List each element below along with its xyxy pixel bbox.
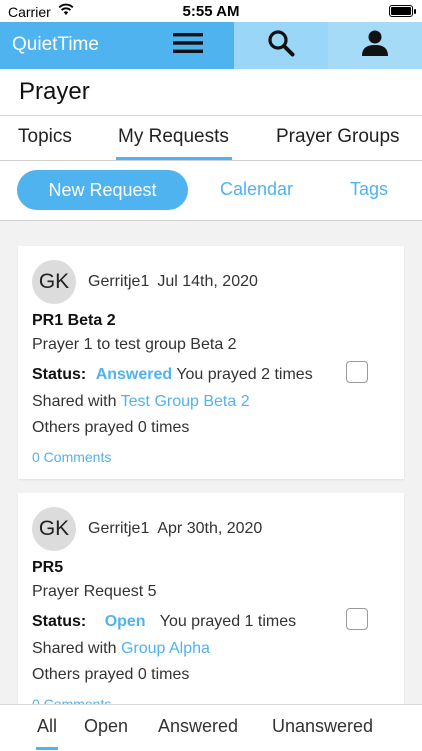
page-header: Prayer bbox=[0, 69, 422, 116]
avatar: GK bbox=[32, 260, 76, 304]
status-line: Status: Open You prayed 1 times bbox=[32, 613, 296, 631]
comments-link[interactable]: 0 Comments bbox=[32, 449, 111, 465]
prayed-checkbox[interactable] bbox=[346, 608, 368, 630]
request-title: PR1 Beta 2 bbox=[32, 312, 116, 329]
app-title: QuietTime bbox=[12, 34, 99, 55]
top-tabs: Topics My Requests Prayer Groups bbox=[0, 116, 422, 161]
shared-group-link[interactable]: Test Group Beta 2 bbox=[121, 393, 250, 410]
shared-prefix: Shared with bbox=[32, 393, 117, 410]
request-body: Prayer Request 5 bbox=[32, 583, 157, 600]
status-bar: Carrier 5:55 AM bbox=[0, 0, 422, 22]
clock-time: 5:55 AM bbox=[182, 3, 240, 20]
profile-button[interactable] bbox=[328, 22, 422, 69]
user-icon bbox=[361, 29, 389, 62]
battery-icon bbox=[389, 5, 416, 17]
request-body: Prayer 1 to test group Beta 2 bbox=[32, 336, 237, 353]
filter-tab-all[interactable]: All bbox=[37, 716, 57, 737]
search-button[interactable] bbox=[234, 22, 328, 69]
request-author: Gerritje1 bbox=[88, 273, 150, 290]
tab-my-requests[interactable]: My Requests bbox=[118, 126, 229, 148]
app-bar: QuietTime bbox=[0, 22, 422, 69]
status-value: Answered bbox=[95, 366, 173, 383]
prayed-checkbox[interactable] bbox=[346, 361, 368, 383]
avatar: GK bbox=[32, 507, 76, 551]
others-prayed: Others prayed 0 times bbox=[32, 419, 190, 436]
active-tab-indicator bbox=[116, 157, 232, 160]
shared-line: Shared with Group Alpha bbox=[32, 640, 210, 658]
shared-group-link[interactable]: Group Alpha bbox=[121, 640, 210, 657]
shared-line: Shared with Test Group Beta 2 bbox=[32, 393, 250, 411]
prayed-count: You prayed 1 times bbox=[159, 613, 297, 630]
tab-topics[interactable]: Topics bbox=[18, 126, 72, 148]
hamburger-menu-icon bbox=[172, 32, 203, 59]
prayer-request-card[interactable]: GK Gerritje1 Apr 30th, 2020 PR5 Prayer Re… bbox=[18, 493, 404, 723]
shared-prefix: Shared with bbox=[32, 640, 117, 657]
search-icon bbox=[267, 29, 295, 62]
request-title: PR5 bbox=[32, 559, 64, 576]
menu-button[interactable] bbox=[141, 22, 234, 69]
request-author: Gerritje1 bbox=[88, 520, 150, 537]
filter-tab-unanswered[interactable]: Unanswered bbox=[272, 716, 373, 737]
tags-link[interactable]: Tags bbox=[350, 179, 388, 200]
page-title: Prayer bbox=[19, 78, 90, 105]
action-row: New Request Calendar Tags bbox=[0, 161, 422, 221]
status-line: Status: Answered You prayed 2 times bbox=[32, 366, 313, 384]
filter-tabs: All Open Answered Unanswered bbox=[0, 704, 422, 751]
filter-tab-answered[interactable]: Answered bbox=[158, 716, 238, 737]
status-label: Status: bbox=[32, 613, 87, 630]
status-label: Status: bbox=[32, 366, 87, 383]
request-date: Jul 14th, 2020 bbox=[157, 273, 258, 290]
prayed-count: You prayed 2 times bbox=[176, 366, 313, 383]
others-prayed: Others prayed 0 times bbox=[32, 666, 190, 683]
new-request-button[interactable]: New Request bbox=[17, 170, 188, 210]
filter-tab-open[interactable]: Open bbox=[84, 716, 128, 737]
request-date: Apr 30th, 2020 bbox=[157, 520, 263, 537]
calendar-link[interactable]: Calendar bbox=[220, 179, 293, 200]
tab-prayer-groups[interactable]: Prayer Groups bbox=[276, 126, 400, 148]
request-meta: Gerritje1 Jul 14th, 2020 bbox=[88, 273, 258, 291]
status-value: Open bbox=[104, 613, 146, 630]
prayer-request-card[interactable]: GK Gerritje1 Jul 14th, 2020 PR1 Beta 2 Pr… bbox=[18, 246, 404, 479]
request-meta: Gerritje1 Apr 30th, 2020 bbox=[88, 520, 262, 538]
